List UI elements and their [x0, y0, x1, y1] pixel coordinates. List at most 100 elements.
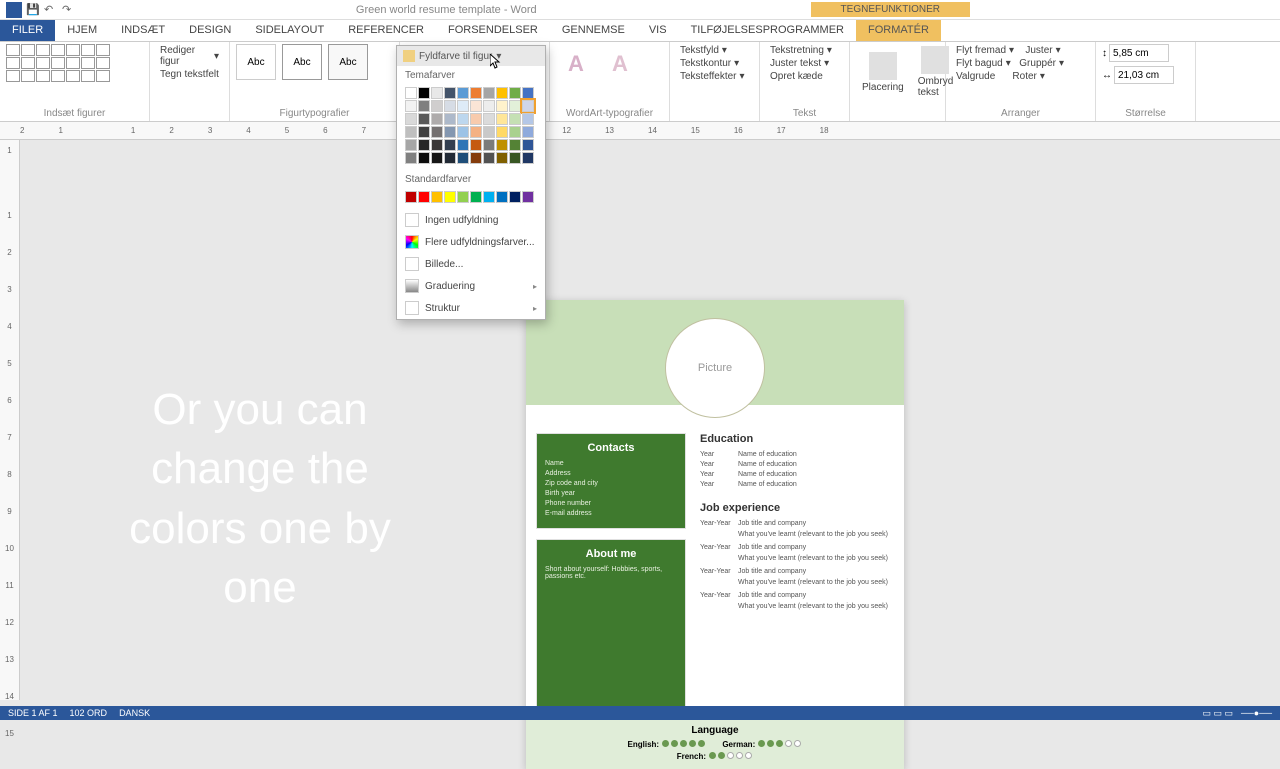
- color-swatch[interactable]: [470, 113, 482, 125]
- tab-insert[interactable]: INDSÆT: [109, 20, 177, 41]
- color-swatch[interactable]: [431, 152, 443, 164]
- color-swatch[interactable]: [457, 126, 469, 138]
- tab-references[interactable]: REFERENCER: [336, 20, 436, 41]
- color-swatch[interactable]: [496, 113, 508, 125]
- color-swatch[interactable]: [522, 152, 534, 164]
- send-backward-button[interactable]: Flyt bagud ▾ Gruppér ▾: [952, 57, 1089, 70]
- color-swatch[interactable]: [483, 139, 495, 151]
- shape-style-1[interactable]: Abc: [236, 44, 276, 80]
- color-swatch[interactable]: [431, 100, 443, 112]
- color-swatch[interactable]: [457, 191, 469, 203]
- color-swatch[interactable]: [470, 152, 482, 164]
- standard-color-row[interactable]: [397, 189, 545, 209]
- color-swatch[interactable]: [522, 126, 534, 138]
- shape-style-2[interactable]: Abc: [282, 44, 322, 80]
- color-swatch[interactable]: [457, 113, 469, 125]
- more-colors-item[interactable]: Flere udfyldningsfarver...: [397, 231, 545, 253]
- color-swatch[interactable]: [470, 100, 482, 112]
- color-swatch[interactable]: [444, 152, 456, 164]
- wordart-style-2[interactable]: A: [600, 44, 640, 84]
- color-swatch[interactable]: [522, 139, 534, 151]
- no-fill-item[interactable]: Ingen udfyldning: [397, 209, 545, 231]
- color-swatch[interactable]: [509, 113, 521, 125]
- color-swatch[interactable]: [444, 113, 456, 125]
- tab-mailings[interactable]: FORSENDELSER: [436, 20, 550, 41]
- color-swatch[interactable]: [509, 152, 521, 164]
- color-swatch[interactable]: [431, 113, 443, 125]
- contacts-box[interactable]: Contacts NameAddressZip code and cityBir…: [536, 433, 686, 529]
- color-swatch[interactable]: [509, 100, 521, 112]
- height-input[interactable]: [1109, 44, 1169, 62]
- tab-view[interactable]: VIS: [637, 20, 679, 41]
- color-swatch[interactable]: [444, 191, 456, 203]
- picture-fill-item[interactable]: Billede...: [397, 253, 545, 275]
- color-swatch[interactable]: [418, 152, 430, 164]
- language-section[interactable]: Language English: German: French:: [526, 717, 904, 769]
- bring-forward-button[interactable]: Flyt fremad ▾ Juster ▾: [952, 44, 1089, 57]
- color-swatch[interactable]: [405, 139, 417, 151]
- color-swatch[interactable]: [418, 113, 430, 125]
- color-swatch[interactable]: [483, 126, 495, 138]
- color-swatch[interactable]: [509, 139, 521, 151]
- tab-layout[interactable]: SIDELAYOUT: [243, 20, 336, 41]
- wordart-style-1[interactable]: A: [556, 44, 596, 84]
- zoom-slider[interactable]: ──●──: [1241, 708, 1272, 719]
- tab-format[interactable]: FORMATÉR: [856, 20, 941, 41]
- position-button[interactable]: Placering: [856, 50, 910, 95]
- color-swatch[interactable]: [457, 87, 469, 99]
- redo-icon[interactable]: ↷: [62, 3, 76, 17]
- color-swatch[interactable]: [496, 100, 508, 112]
- color-swatch[interactable]: [470, 87, 482, 99]
- color-swatch[interactable]: [496, 139, 508, 151]
- color-swatch[interactable]: [522, 87, 534, 99]
- shape-gallery[interactable]: [6, 44, 110, 82]
- tab-design[interactable]: DESIGN: [177, 20, 243, 41]
- color-swatch[interactable]: [444, 126, 456, 138]
- color-swatch[interactable]: [418, 191, 430, 203]
- color-swatch[interactable]: [405, 126, 417, 138]
- text-outline-button[interactable]: Tekstkontur ▾: [676, 57, 753, 70]
- color-swatch[interactable]: [418, 126, 430, 138]
- color-swatch[interactable]: [405, 100, 417, 112]
- color-swatch[interactable]: [509, 191, 521, 203]
- status-language[interactable]: DANSK: [119, 708, 150, 718]
- tab-home[interactable]: HJEM: [55, 20, 109, 41]
- color-swatch[interactable]: [418, 139, 430, 151]
- tab-file[interactable]: FILER: [0, 20, 55, 41]
- color-swatch[interactable]: [405, 191, 417, 203]
- status-words[interactable]: 102 ORD: [70, 708, 108, 718]
- color-swatch[interactable]: [418, 100, 430, 112]
- color-swatch[interactable]: [457, 152, 469, 164]
- about-box[interactable]: About me Short about yourself: Hobbies, …: [536, 539, 686, 709]
- color-swatch[interactable]: [431, 126, 443, 138]
- color-swatch[interactable]: [483, 113, 495, 125]
- text-box-button[interactable]: Tegn tekstfelt: [156, 68, 223, 81]
- color-swatch[interactable]: [418, 87, 430, 99]
- color-swatch[interactable]: [496, 87, 508, 99]
- gradient-item[interactable]: Graduering▸: [397, 275, 545, 297]
- color-swatch[interactable]: [431, 191, 443, 203]
- text-fill-button[interactable]: Tekstfyld ▾: [676, 44, 753, 57]
- color-swatch[interactable]: [405, 87, 417, 99]
- tab-addins[interactable]: TILFØJELSESPROGRAMMER: [679, 20, 856, 41]
- selection-pane-button[interactable]: Valgrude Roter ▾: [952, 70, 1089, 83]
- shape-style-3[interactable]: Abc: [328, 44, 368, 80]
- create-link-button[interactable]: Opret kæde: [766, 70, 843, 83]
- color-swatch[interactable]: [483, 152, 495, 164]
- avatar-placeholder[interactable]: Picture: [665, 318, 765, 418]
- view-buttons[interactable]: ▭ ▭ ▭: [1203, 708, 1234, 719]
- color-swatch[interactable]: [470, 191, 482, 203]
- edit-shape-button[interactable]: Rediger figur ▾: [156, 44, 223, 68]
- width-input[interactable]: [1114, 66, 1174, 84]
- color-swatch[interactable]: [470, 126, 482, 138]
- text-effects-button[interactable]: Teksteffekter ▾: [676, 70, 753, 83]
- color-swatch[interactable]: [483, 87, 495, 99]
- resume-header[interactable]: Picture: [526, 300, 904, 405]
- color-swatch[interactable]: [405, 152, 417, 164]
- color-swatch[interactable]: [444, 100, 456, 112]
- color-swatch[interactable]: [405, 113, 417, 125]
- theme-color-grid[interactable]: [397, 85, 545, 170]
- color-swatch[interactable]: [509, 126, 521, 138]
- align-text-button[interactable]: Juster tekst ▾: [766, 57, 843, 70]
- color-swatch[interactable]: [431, 139, 443, 151]
